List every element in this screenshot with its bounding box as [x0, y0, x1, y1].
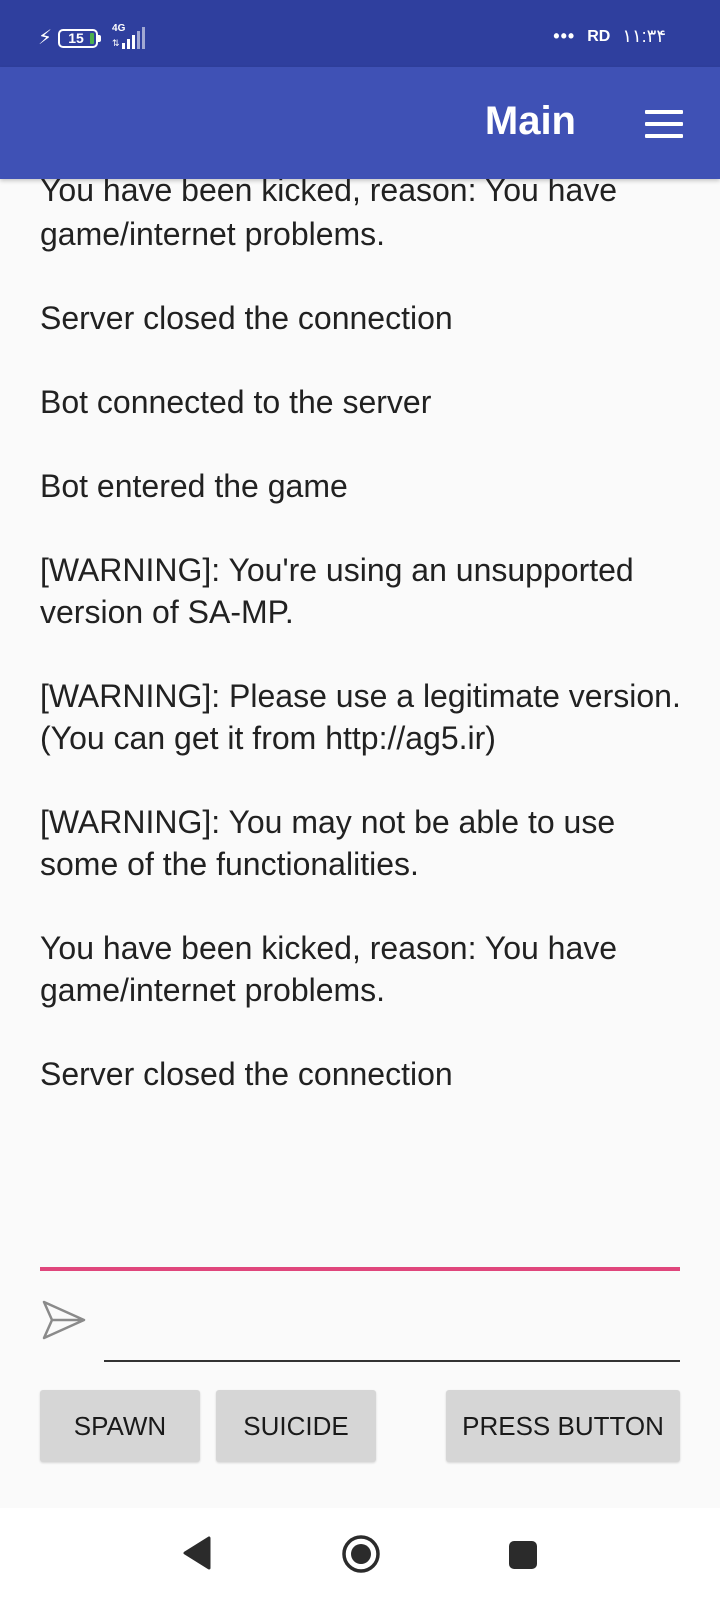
log-entry: Server closed the connection	[40, 300, 453, 336]
log-divider-accent	[40, 1267, 680, 1271]
log-entry: Server closed the connection	[40, 1056, 453, 1092]
log-text: You have been kicked, reason: You have g…	[40, 179, 695, 1137]
log-partial-line: You have been kicked, reason: You have	[40, 179, 618, 208]
more-notifications-icon: •••	[553, 26, 576, 46]
log-entry: You have been kicked, reason: You have g…	[40, 930, 618, 1008]
press-button[interactable]: PRESS BUTTON	[446, 1390, 680, 1462]
status-right-group: ••• RD ۱۱:۳۴	[553, 26, 666, 47]
status-left-group: ⚡ 15 4G ⇅	[38, 23, 158, 52]
system-nav-bar	[0, 1508, 720, 1600]
app-bar: Main	[0, 67, 720, 179]
status-bar: ⚡ 15 4G ⇅ ••• RD ۱۱:۳۴	[0, 0, 720, 67]
carrier-label: RD	[587, 27, 611, 45]
signal-bars	[122, 27, 147, 49]
clock: ۱۱:۳۴	[622, 26, 666, 46]
charging-bolt-icon: ⚡	[38, 27, 53, 49]
data-arrows-icon: ⇅	[112, 38, 120, 48]
suicide-button[interactable]: SUICIDE	[216, 1390, 376, 1462]
log-entry: [WARNING]: You may not be able to use so…	[40, 804, 616, 882]
back-icon[interactable]	[182, 1535, 212, 1571]
hamburger-menu-icon[interactable]	[645, 110, 683, 138]
chat-log[interactable]: You have been kicked, reason: You have g…	[0, 179, 720, 1222]
home-icon[interactable]	[341, 1534, 381, 1574]
log-entry: Bot entered the game	[40, 468, 348, 504]
log-entry: [WARNING]: You're using an unsupported v…	[40, 552, 634, 630]
command-input[interactable]	[104, 1300, 680, 1362]
spawn-button[interactable]: SPAWN	[40, 1390, 200, 1462]
battery-level: 15	[68, 30, 84, 46]
battery-fill	[90, 32, 95, 44]
recent-apps-icon[interactable]	[508, 1540, 538, 1570]
page-title: Main	[484, 99, 576, 143]
log-entry: game/internet problems.	[40, 216, 386, 252]
battery-icon: 15	[58, 28, 102, 48]
log-entry: Bot connected to the server	[40, 384, 432, 420]
send-icon[interactable]	[40, 1297, 88, 1343]
cellular-signal-icon: 4G ⇅	[112, 23, 158, 51]
log-entry: [WARNING]: Please use a legitimate versi…	[40, 678, 681, 756]
